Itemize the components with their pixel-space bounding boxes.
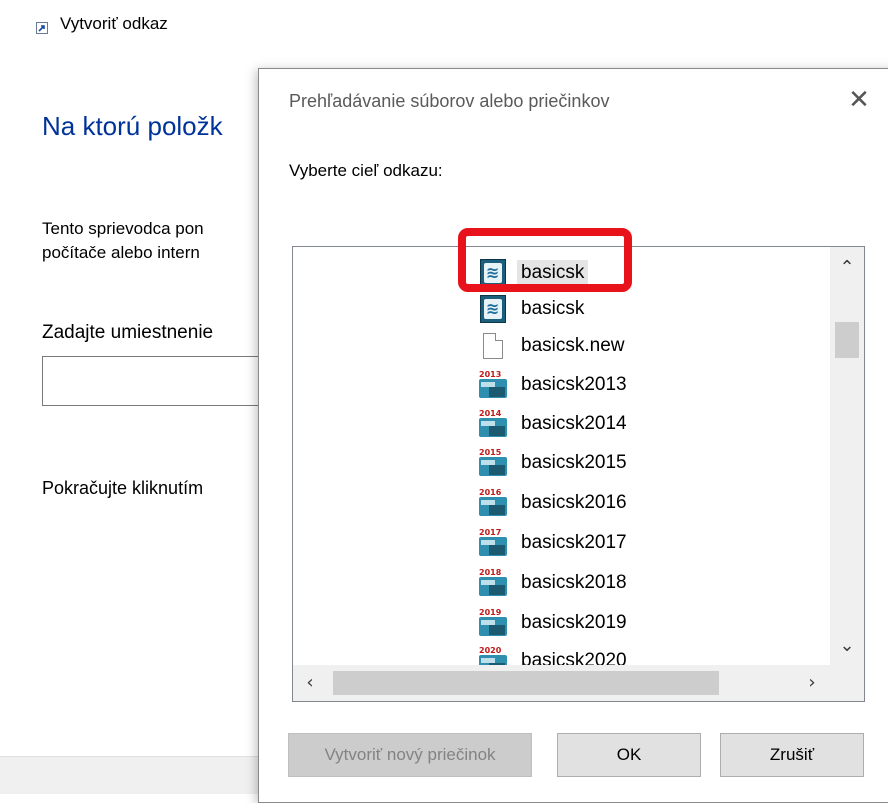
vertical-scroll-thumb[interactable] (835, 322, 859, 358)
tree-item-label: basicsk (521, 298, 585, 319)
year-folder-icon: 2015 (479, 448, 507, 478)
vertical-scrollbar[interactable]: ⌃ ⌄ (830, 247, 864, 665)
year-label: 2013 (479, 370, 502, 379)
horizontal-scroll-thumb[interactable] (333, 671, 719, 695)
tree-item[interactable]: 2013 basicsk2013 (479, 367, 631, 403)
horizontal-scrollbar[interactable]: ‹ › (293, 665, 830, 701)
scrollbar-corner (830, 665, 864, 701)
browse-dialog: Prehľadávanie súborov alebo priečinkov ✕… (258, 68, 888, 803)
tree-item[interactable]: 2014 basicsk2014 (479, 406, 631, 442)
tree-item-label: basicsk2015 (521, 452, 627, 473)
scroll-left-icon[interactable]: ‹ (295, 665, 325, 701)
tree-item-label: basicsk2018 (521, 572, 627, 593)
location-prompt: Zadajte umiestnenie (42, 322, 214, 343)
wizard-description-line: Tento sprievodca pon (42, 219, 204, 238)
year-label: 2018 (479, 568, 502, 577)
app-icon: ≋ (480, 295, 506, 323)
wizard-heading: Na ktorú položk (42, 111, 223, 141)
wizard-description-line: počítače alebo intern (42, 243, 200, 262)
tree-item[interactable]: 2016 basicsk2016 (479, 485, 631, 521)
wizard-title-bar: Vytvoriť odkaz (36, 14, 168, 34)
file-icon (483, 333, 503, 359)
ok-button[interactable]: OK (557, 733, 701, 777)
year-folder-icon: 2019 (479, 608, 507, 638)
year-folder-icon: 2016 (479, 488, 507, 518)
tree-item-label: basicsk.new (521, 335, 625, 356)
tree-item-label: basicsk2019 (521, 612, 627, 633)
year-label: 2015 (479, 448, 502, 457)
scroll-right-icon[interactable]: › (797, 665, 827, 701)
wizard-title: Vytvoriť odkaz (60, 14, 168, 33)
tree-item[interactable]: ≋ basicsk (479, 291, 588, 327)
year-folder-icon: 2014 (479, 409, 507, 439)
cancel-button[interactable]: Zrušiť (720, 733, 864, 777)
tree-item[interactable]: 2015 basicsk2015 (479, 445, 631, 481)
scroll-up-icon[interactable]: ⌃ (830, 253, 864, 283)
year-label: 2020 (479, 646, 502, 655)
tree-item-label: basicsk2014 (521, 413, 627, 434)
year-label: 2014 (479, 409, 502, 418)
year-label: 2019 (479, 608, 502, 617)
tree-item-label: basicsk2013 (521, 374, 627, 395)
year-folder-icon: 2017 (479, 528, 507, 558)
tree-item[interactable]: 2019 basicsk2019 (479, 605, 631, 641)
tree-item[interactable]: basicsk.new (479, 328, 629, 364)
shortcut-icon (36, 22, 48, 34)
tree-item[interactable]: 2018 basicsk2018 (479, 565, 631, 601)
folder-tree[interactable]: ≋ basicsk ≋ basicsk basicsk.new 2013 basicsk20… (292, 246, 865, 702)
year-label: 2016 (479, 488, 502, 497)
new-folder-button[interactable]: Vytvoriť nový priečinok (288, 733, 532, 777)
continue-instruction: Pokračujte kliknutím (42, 478, 204, 498)
close-icon[interactable]: ✕ (844, 85, 874, 115)
year-folder-icon: 2013 (479, 370, 507, 400)
tree-item-label: basicsk2017 (521, 532, 627, 553)
year-label: 2017 (479, 528, 502, 537)
dialog-label: Vyberte cieľ odkazu: (289, 161, 443, 180)
year-folder-icon: 2018 (479, 568, 507, 598)
highlight-annotation (458, 228, 632, 292)
dialog-title: Prehľadávanie súborov alebo priečinkov (289, 91, 610, 111)
tree-item[interactable]: 2017 basicsk2017 (479, 525, 631, 561)
wizard-description: Tento sprievodca pon počítače alebo inte… (42, 217, 204, 265)
tree-item-label: basicsk2016 (521, 492, 627, 513)
scroll-down-icon[interactable]: ⌄ (830, 631, 864, 661)
